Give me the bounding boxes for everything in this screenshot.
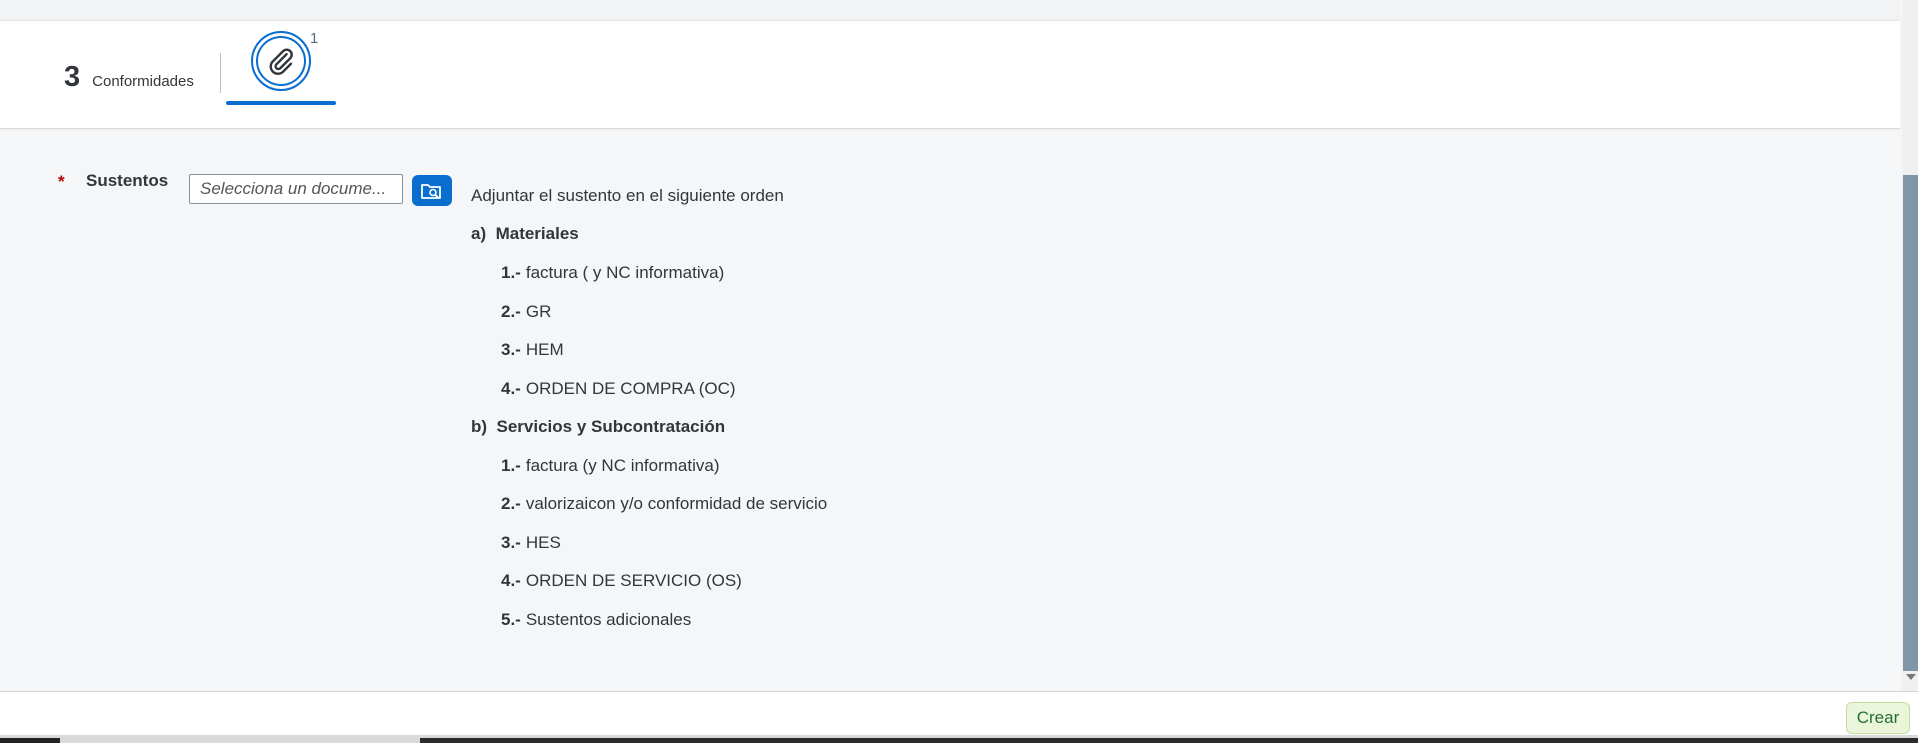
tab-attachments[interactable]: 1 xyxy=(226,30,336,105)
list-item: 3.- HEM xyxy=(501,340,564,360)
item-text: GR xyxy=(525,302,552,321)
list-item: 1.- factura ( y NC informativa) xyxy=(501,263,724,283)
attachments-count-badge: 1 xyxy=(310,30,319,47)
list-item: 1.- factura (y NC informativa) xyxy=(501,456,720,476)
sustentos-label: Sustentos xyxy=(86,171,169,190)
top-strip xyxy=(0,0,1900,21)
item-text: HEM xyxy=(525,340,564,359)
document-select-input[interactable] xyxy=(189,174,403,204)
tab-divider xyxy=(220,53,221,93)
section-marker: a) xyxy=(471,224,487,243)
list-item: 2.- valorizaicon y/o conformidad de servi… xyxy=(501,494,827,514)
header-bar: 3 Conformidades 1 xyxy=(0,21,1900,129)
item-number: 2.- xyxy=(501,302,521,321)
list-item: 2.- GR xyxy=(501,302,551,322)
item-number: 3.- xyxy=(501,340,521,359)
item-number: 1.- xyxy=(501,263,521,282)
list-item: 4.- ORDEN DE COMPRA (OC) xyxy=(501,379,736,399)
section-marker: b) xyxy=(471,417,488,436)
footer-toolbar: Crear xyxy=(0,691,1918,736)
attachments-tab-icon-frame xyxy=(251,31,311,91)
bottom-edge-strip xyxy=(0,735,1918,743)
required-marker: * xyxy=(58,172,65,191)
section-title: Servicios y Subcontratación xyxy=(496,417,726,436)
active-tab-indicator xyxy=(226,101,336,105)
tab-conformidades[interactable]: 3 Conformidades xyxy=(64,61,194,94)
item-text: ORDEN DE SERVICIO (OS) xyxy=(525,571,742,590)
item-text: factura (y NC informativa) xyxy=(525,456,720,475)
item-number: 4.- xyxy=(501,379,521,398)
create-button[interactable]: Crear xyxy=(1846,702,1910,734)
folder-search-icon xyxy=(421,183,441,199)
browse-document-button[interactable] xyxy=(412,175,452,206)
list-item: 4.- ORDEN DE SERVICIO (OS) xyxy=(501,571,742,591)
list-item: 3.- HES xyxy=(501,533,561,553)
item-text: valorizaicon y/o conformidad de servicio xyxy=(525,494,828,513)
item-number: 2.- xyxy=(501,494,521,513)
item-text: Sustentos adicionales xyxy=(525,610,692,629)
section-servicios: b) Servicios y Subcontratación xyxy=(471,417,725,437)
conformidades-label: Conformidades xyxy=(92,73,194,90)
list-item: 5.- Sustentos adicionales xyxy=(501,610,691,630)
instructions-intro: Adjuntar el sustento en el siguiente ord… xyxy=(471,186,784,205)
item-text: factura ( y NC informativa) xyxy=(525,263,725,282)
section-title: Materiales xyxy=(495,224,579,243)
paperclip-icon xyxy=(269,48,293,75)
section-materiales: a) Materiales xyxy=(471,224,579,244)
scroll-down-arrow-icon[interactable] xyxy=(1906,674,1916,680)
item-text: HES xyxy=(525,533,561,552)
item-number: 4.- xyxy=(501,571,521,590)
scrollbar-thumb[interactable] xyxy=(1903,175,1918,671)
conformidades-count: 3 xyxy=(64,61,81,93)
item-number: 1.- xyxy=(501,456,521,475)
item-number: 3.- xyxy=(501,533,521,552)
item-text: ORDEN DE COMPRA (OC) xyxy=(525,379,736,398)
item-number: 5.- xyxy=(501,610,521,629)
